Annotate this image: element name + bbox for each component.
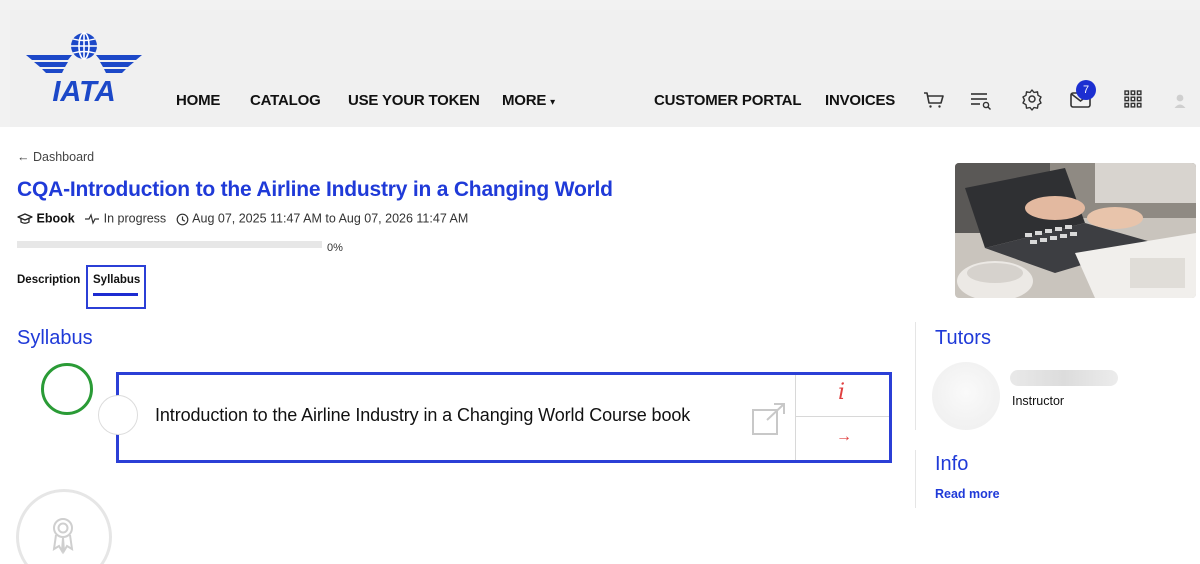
breadcrumb-label: Dashboard bbox=[32, 150, 95, 164]
certificate-badge-icon bbox=[52, 518, 74, 555]
cart-icon[interactable] bbox=[921, 86, 947, 112]
course-dates: Aug 07, 2025 11:47 AM to Aug 07, 2026 11… bbox=[192, 211, 469, 226]
info-icon[interactable]: i bbox=[838, 380, 845, 405]
breadcrumb[interactable]: ← Dashboard bbox=[17, 150, 94, 164]
read-more-link[interactable]: Read more bbox=[935, 487, 1000, 501]
tutors-heading: Tutors bbox=[935, 327, 991, 349]
course-type: Ebook bbox=[36, 211, 75, 226]
back-arrow-icon: ← bbox=[17, 150, 30, 164]
progress-bar bbox=[17, 241, 322, 248]
completion-ring-icon bbox=[41, 363, 93, 415]
nav-catalog[interactable]: CATALOG bbox=[250, 92, 321, 112]
external-link-icon[interactable] bbox=[750, 401, 788, 437]
go-arrow-icon[interactable]: → bbox=[836, 428, 852, 446]
nav-more[interactable]: MORE ▾ bbox=[502, 92, 555, 112]
nav-more-label: MORE bbox=[502, 92, 547, 109]
nav-use-your-token[interactable]: USE YOUR TOKEN bbox=[348, 92, 480, 112]
info-heading: Info bbox=[935, 453, 969, 475]
page-title: CQA-Introduction to the Airline Industry… bbox=[17, 178, 613, 201]
item-status-ring-icon bbox=[98, 395, 138, 435]
progress-percent: 0% bbox=[327, 242, 343, 254]
settings-icon[interactable] bbox=[1019, 86, 1045, 112]
tutor-avatar bbox=[932, 362, 1000, 430]
search-list-icon[interactable] bbox=[968, 86, 994, 112]
tab-syllabus[interactable]: Syllabus bbox=[93, 274, 140, 286]
tutor-role: Instructor bbox=[1012, 394, 1065, 408]
clock-icon bbox=[176, 212, 192, 226]
info-divider bbox=[915, 450, 916, 508]
tutor-name-redacted bbox=[1010, 370, 1118, 386]
course-meta: Ebook In progress Aug 07, 2025 11:47 AM … bbox=[17, 211, 468, 229]
graduation-cap-icon bbox=[17, 212, 36, 226]
nav-customer-portal[interactable]: CUSTOMER PORTAL bbox=[654, 92, 801, 112]
user-avatar-icon[interactable] bbox=[1173, 93, 1187, 109]
active-tab-indicator bbox=[93, 293, 138, 296]
tab-description[interactable]: Description bbox=[17, 274, 80, 286]
iata-logo[interactable]: IATA bbox=[24, 32, 144, 104]
tab-syllabus-focus[interactable] bbox=[86, 265, 146, 309]
logo-text: IATA bbox=[52, 76, 115, 104]
course-status: In progress bbox=[103, 211, 167, 226]
syllabus-heading: Syllabus bbox=[17, 327, 93, 349]
right-column-divider bbox=[915, 322, 916, 430]
nav-invoices[interactable]: INVOICES bbox=[825, 92, 895, 112]
item-action-divider bbox=[795, 416, 889, 417]
caret-down-icon: ▾ bbox=[550, 97, 555, 108]
syllabus-item-title[interactable]: Introduction to the Airline Industry in … bbox=[155, 405, 690, 426]
apps-grid-icon[interactable] bbox=[1120, 86, 1146, 112]
activity-icon bbox=[84, 212, 103, 226]
course-thumbnail bbox=[955, 163, 1196, 298]
notification-badge: 7 bbox=[1076, 80, 1096, 100]
nav-home[interactable]: HOME bbox=[176, 92, 220, 112]
